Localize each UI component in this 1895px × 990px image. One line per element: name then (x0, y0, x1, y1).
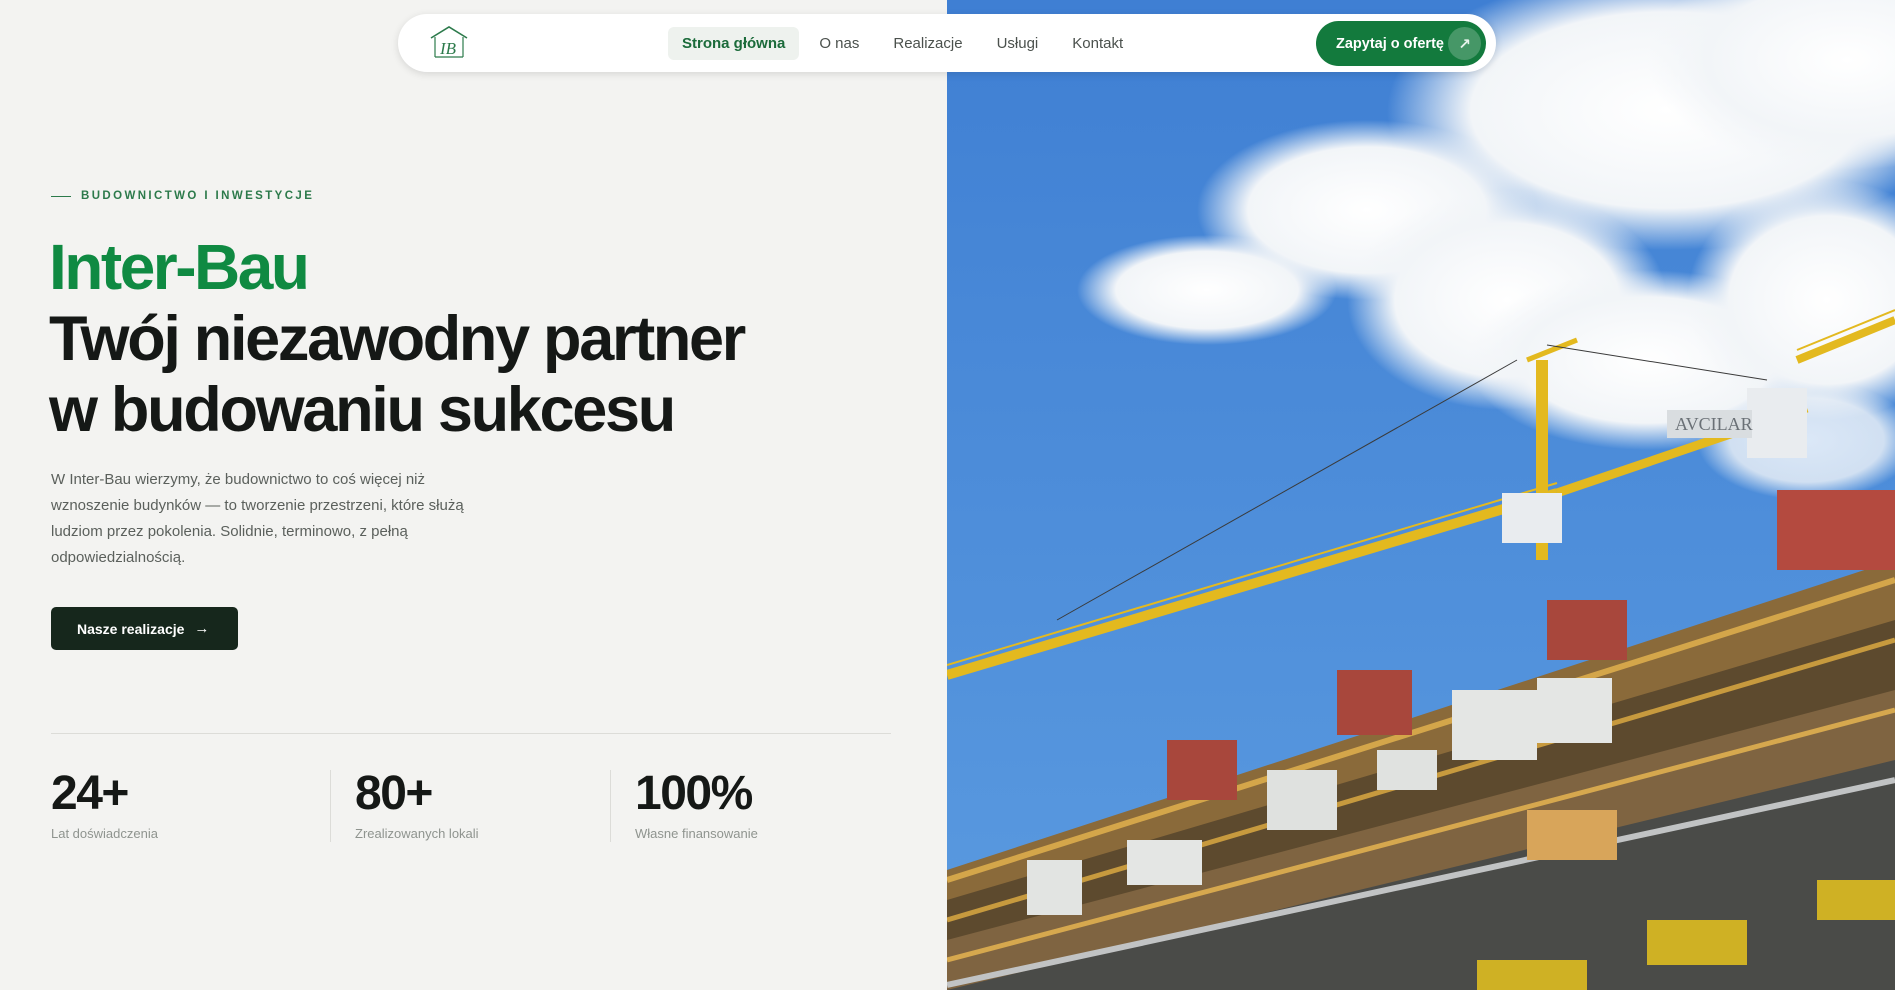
hero-description: W Inter-Bau wierzymy, że budownictwo to … (51, 471, 464, 566)
eyebrow-line (51, 195, 71, 197)
our-projects-label: Nasze realizacje (77, 620, 185, 637)
stat-separator (330, 770, 331, 842)
stat-value: 24+ (51, 767, 129, 820)
crane-sign-text: AVCILAR (1675, 414, 1753, 434)
stat-separator (610, 770, 611, 842)
headline-line-1: Twój niezawodny partner (49, 304, 746, 374)
stat-label: Własne finansowanie (635, 826, 758, 841)
nav-links: Strona główna O nas Realizacje Usługi Ko… (668, 27, 1137, 60)
nav-link-projects[interactable]: Realizacje (879, 27, 976, 60)
nav-link-services[interactable]: Usługi (983, 27, 1053, 60)
stat-value: 80+ (355, 767, 433, 820)
brand-title: Inter-Bau (49, 231, 310, 303)
arrow-up-right-icon: ↗ (1448, 27, 1481, 60)
nav-link-contact[interactable]: Kontakt (1058, 27, 1137, 60)
stat-label: Zrealizowanych lokali (355, 826, 479, 841)
headline-line-2: w budowaniu sukcesu (49, 375, 676, 445)
nav-link-about[interactable]: O nas (805, 27, 873, 60)
stat-label: Lat doświadczenia (51, 826, 158, 841)
hero-headline: Twój niezawodny partner w budowaniu sukc… (49, 304, 929, 446)
stat-experience: 24+ Lat doświadczenia (51, 768, 158, 842)
stat-units: 80+ Zrealizowanych lokali (355, 768, 479, 842)
house-logo-icon: IB (430, 26, 468, 58)
stat-financing: 100% Własne finansowanie (635, 768, 758, 842)
nav-link-home[interactable]: Strona główna (668, 27, 800, 60)
eyebrow-text: BUDOWNICTWO I INWESTYCJE (81, 190, 315, 202)
arrow-right-icon: → (194, 620, 210, 637)
eyebrow: BUDOWNICTWO I INWESTYCJE (51, 190, 314, 202)
logo-text: IB (439, 39, 457, 58)
request-quote-label: Zapytaj o ofertę (1336, 35, 1444, 52)
our-projects-button[interactable]: Nasze realizacje → (51, 607, 238, 650)
stats-divider (51, 733, 891, 734)
top-navigation: IB Strona główna O nas Realizacje Usługi… (398, 14, 1496, 72)
hero-image: AVCILAR (947, 0, 1895, 990)
request-quote-button[interactable]: Zapytaj o ofertę ↗ (1316, 21, 1486, 66)
stat-value: 100% (635, 767, 753, 820)
logo[interactable]: IB (428, 24, 470, 60)
